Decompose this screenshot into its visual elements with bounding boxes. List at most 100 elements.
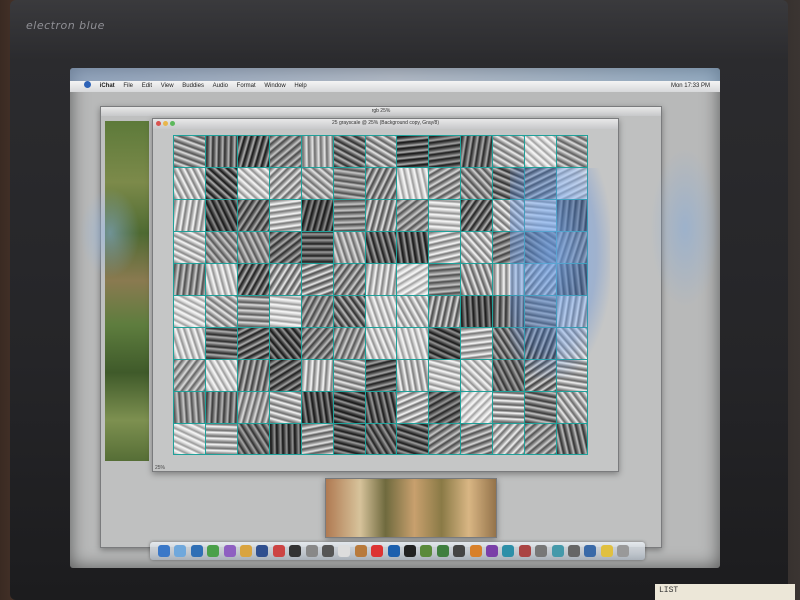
- image-tile: [556, 167, 588, 200]
- address-book-icon[interactable]: [354, 545, 367, 557]
- background-window-title: rgb 25%: [371, 108, 391, 114]
- terminal-icon[interactable]: [289, 545, 302, 557]
- image-tile: [492, 359, 525, 392]
- airport-icon[interactable]: [551, 545, 564, 557]
- image-tile: [173, 391, 206, 424]
- screen-reflection: [70, 68, 720, 81]
- image-tile: [556, 135, 588, 168]
- quicktime-icon[interactable]: [387, 545, 400, 557]
- disk-utility-icon[interactable]: [535, 545, 548, 557]
- illustrator-icon[interactable]: [469, 545, 482, 557]
- menu-view[interactable]: View: [161, 81, 174, 92]
- color-aerial-window[interactable]: [325, 478, 497, 538]
- menu-audio[interactable]: Audio: [213, 81, 228, 92]
- image-tile: [236, 423, 270, 455]
- image-capture-icon[interactable]: [420, 545, 433, 557]
- image-tile: [204, 359, 238, 392]
- apple-menu-icon[interactable]: [84, 81, 91, 88]
- stickies-icon[interactable]: [600, 545, 613, 557]
- zoom-button-icon[interactable]: [170, 121, 175, 126]
- image-tile: [332, 263, 366, 296]
- mail-icon[interactable]: [174, 545, 187, 557]
- image-tile: [396, 231, 429, 264]
- minimize-button-icon[interactable]: [163, 121, 168, 126]
- image-tile: [396, 167, 429, 200]
- image-tile: [364, 231, 397, 264]
- image-tile: [204, 295, 238, 328]
- image-tile: [556, 327, 588, 360]
- dock: [150, 542, 645, 560]
- image-tile: [524, 135, 557, 168]
- ical-icon[interactable]: [371, 545, 384, 557]
- console-icon[interactable]: [453, 545, 466, 557]
- image-tile: [460, 295, 493, 328]
- image-tile: [236, 359, 270, 392]
- finder-icon[interactable]: [158, 545, 170, 557]
- main-document-window[interactable]: 25 grayscale @ 25% (Background copy, Gra…: [152, 118, 619, 472]
- image-canvas[interactable]: [173, 135, 588, 455]
- image-tile: [396, 423, 429, 455]
- calculator-icon[interactable]: [322, 545, 334, 557]
- image-tile: [332, 167, 366, 200]
- menu-window[interactable]: Window: [264, 81, 285, 92]
- image-tile: [396, 391, 429, 424]
- menu-help[interactable]: Help: [294, 81, 306, 92]
- photoshop-icon[interactable]: [256, 545, 269, 557]
- zoom-status[interactable]: 25%: [155, 465, 165, 471]
- image-tile: [428, 423, 461, 455]
- menubar-clock[interactable]: Mon 17:33 PM: [671, 81, 710, 92]
- ichat-icon[interactable]: [207, 545, 220, 557]
- image-tile: [492, 263, 525, 296]
- image-tile: [300, 327, 334, 360]
- image-tile: [364, 423, 397, 455]
- image-tile: [236, 199, 270, 232]
- image-tile: [396, 327, 429, 360]
- menu-buddies[interactable]: Buddies: [182, 81, 204, 92]
- textedit-icon[interactable]: [338, 545, 351, 557]
- grid-line-horizontal: [173, 199, 588, 200]
- image-tile: [236, 135, 270, 168]
- image-tile: [364, 167, 397, 200]
- itunes-icon[interactable]: [223, 545, 236, 557]
- close-button-icon[interactable]: [156, 121, 161, 126]
- menu-format[interactable]: Format: [237, 81, 256, 92]
- dvd-player-icon[interactable]: [404, 545, 416, 557]
- image-tile: [364, 391, 397, 424]
- image-tile: [173, 231, 206, 264]
- image-tile: [173, 263, 206, 296]
- safari-icon[interactable]: [190, 545, 203, 557]
- menu-bar: iChat File Edit View Buddies Audio Forma…: [70, 81, 720, 92]
- image-tile: [300, 263, 334, 296]
- image-tile: [204, 231, 238, 264]
- trash-icon[interactable]: [617, 545, 630, 557]
- image-tile: [556, 199, 588, 232]
- sherlock-icon[interactable]: [584, 545, 597, 557]
- image-tile: [428, 199, 461, 232]
- image-tile: [300, 391, 334, 424]
- network-utility-icon[interactable]: [502, 545, 515, 557]
- image-tile: [204, 167, 238, 200]
- menu-edit[interactable]: Edit: [142, 81, 152, 92]
- background-window-titlebar[interactable]: rgb 25%: [101, 107, 661, 116]
- menu-file[interactable]: File: [123, 81, 133, 92]
- image-tile: [460, 135, 493, 168]
- image-tile: [460, 167, 493, 200]
- preview-icon[interactable]: [272, 545, 285, 557]
- iphoto-icon[interactable]: [240, 545, 252, 557]
- image-tile: [300, 359, 334, 392]
- image-tile: [428, 135, 461, 168]
- main-window-titlebar[interactable]: 25 grayscale @ 25% (Background copy, Gra…: [153, 119, 618, 129]
- image-tile: [332, 359, 366, 392]
- image-tile: [492, 391, 525, 424]
- grid-line-horizontal: [173, 359, 588, 360]
- image-tile: [492, 199, 525, 232]
- keychain-icon[interactable]: [568, 545, 580, 557]
- photo-scene: electron blue iChat File Edit View Buddi…: [0, 0, 800, 600]
- activity-monitor-icon[interactable]: [436, 545, 449, 557]
- font-book-icon[interactable]: [518, 545, 531, 557]
- image-tile: [268, 263, 302, 296]
- bridge-icon[interactable]: [486, 545, 498, 557]
- image-tile: [364, 327, 397, 360]
- menu-app-name[interactable]: iChat: [100, 81, 115, 92]
- system-preferences-icon[interactable]: [305, 545, 318, 557]
